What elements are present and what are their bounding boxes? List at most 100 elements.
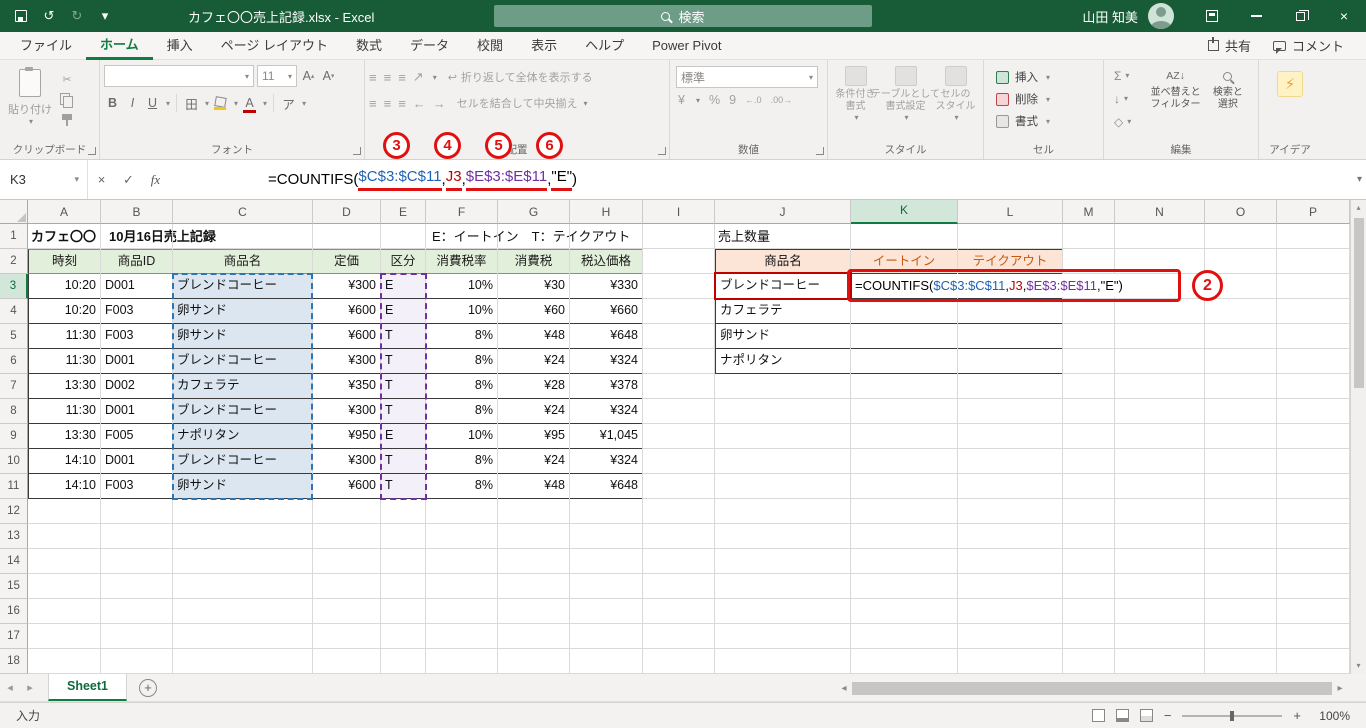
wrap-text-button[interactable]: ↩ 折り返して全体を表示する xyxy=(448,69,593,85)
row-header-7[interactable]: 7 xyxy=(0,374,28,399)
cell[interactable]: D001 xyxy=(101,349,173,374)
enter-icon[interactable]: ✓ xyxy=(115,172,142,188)
decrease-indent-icon[interactable]: ← xyxy=(413,96,426,111)
ribbon-tab-7[interactable]: 表示 xyxy=(517,32,571,60)
column-header-G[interactable]: G xyxy=(498,200,570,224)
insert-function-icon[interactable]: fx xyxy=(142,172,169,188)
cell[interactable]: 卵サンド xyxy=(173,474,313,499)
borders-icon[interactable]: 田 xyxy=(183,93,200,113)
cell[interactable] xyxy=(958,349,1063,374)
row-header-8[interactable]: 8 xyxy=(0,399,28,424)
name-box-dropdown-icon[interactable]: ▾ xyxy=(74,174,79,185)
format-cells-button[interactable]: 書式 ▾ xyxy=(988,113,1099,129)
row-header-13[interactable]: 13 xyxy=(0,524,28,549)
hscroll-left-icon[interactable]: ◂ xyxy=(836,683,852,694)
cell[interactable]: 8% xyxy=(426,374,498,399)
cell[interactable]: ブレンドコーヒー xyxy=(715,274,851,299)
cell[interactable]: 8% xyxy=(426,399,498,424)
row-header-14[interactable]: 14 xyxy=(0,549,28,574)
cell[interactable]: ブレンドコーヒー xyxy=(173,399,313,424)
cell[interactable]: 10% xyxy=(426,424,498,449)
align-right-icon[interactable]: ≡ xyxy=(398,96,406,111)
cell[interactable]: 14:10 xyxy=(28,474,101,499)
cell[interactable]: ¥300 xyxy=(313,449,381,474)
minimize-button[interactable] xyxy=(1234,0,1278,32)
merge-center-button[interactable]: セルを結合して中央揃え ▾ xyxy=(457,95,588,111)
ribbon-tab-4[interactable]: 数式 xyxy=(342,32,396,60)
cell[interactable]: ¥600 xyxy=(313,299,381,324)
cell[interactable]: 11:30 xyxy=(28,324,101,349)
increase-decimal-icon[interactable]: ←.0 xyxy=(745,95,762,105)
sort-filter-button[interactable]: AZ↓ 並べ替えと フィルター xyxy=(1149,66,1201,143)
cell[interactable]: 卵サンド xyxy=(715,324,851,349)
cell[interactable]: ¥600 xyxy=(313,324,381,349)
zoom-thumb[interactable] xyxy=(1230,710,1235,721)
cell[interactable]: 8% xyxy=(426,349,498,374)
fill-color-dropdown-icon[interactable]: ▾ xyxy=(234,99,238,108)
cell[interactable]: ¥1,045 xyxy=(570,424,643,449)
sheet-nav-right-icon[interactable]: ▸ xyxy=(20,681,40,694)
currency-dropdown-icon[interactable]: ▾ xyxy=(696,96,700,105)
delete-cells-button[interactable]: 削除 ▾ xyxy=(988,91,1099,107)
row-header-10[interactable]: 10 xyxy=(0,449,28,474)
cell[interactable] xyxy=(958,299,1063,324)
font-size-dropdown-icon[interactable]: ▾ xyxy=(288,72,292,81)
cell[interactable] xyxy=(851,349,958,374)
cell[interactable]: ブレンドコーヒー xyxy=(173,349,313,374)
qat-customize-icon[interactable]: ▾ xyxy=(92,3,118,29)
copy-icon[interactable] xyxy=(58,92,76,108)
ribbon-display-options-icon[interactable] xyxy=(1190,0,1234,32)
cell[interactable]: ¥48 xyxy=(498,474,570,499)
cell[interactable]: 14:10 xyxy=(28,449,101,474)
cell[interactable]: ¥950 xyxy=(313,424,381,449)
cell[interactable]: ¥95 xyxy=(498,424,570,449)
restore-button[interactable] xyxy=(1278,0,1322,32)
cell[interactable]: ¥324 xyxy=(570,449,643,474)
column-header-P[interactable]: P xyxy=(1277,200,1350,224)
cell[interactable]: ¥330 xyxy=(570,274,643,299)
row-header-1[interactable]: 1 xyxy=(0,224,28,249)
hscroll-right-icon[interactable]: ▸ xyxy=(1332,683,1348,694)
row-header-11[interactable]: 11 xyxy=(0,474,28,499)
comments-button[interactable]: コメント xyxy=(1272,36,1344,55)
add-sheet-icon[interactable]: + xyxy=(139,678,157,697)
cell[interactable]: D001 xyxy=(101,399,173,424)
align-top-icon[interactable]: ≡ xyxy=(369,70,377,85)
cell[interactable]: E xyxy=(381,424,426,449)
cell[interactable]: D001 xyxy=(101,449,173,474)
cell[interactable]: T xyxy=(381,449,426,474)
cell[interactable]: E xyxy=(381,274,426,299)
cell[interactable]: T xyxy=(381,324,426,349)
clipboard-dialog-launcher-icon[interactable] xyxy=(88,147,96,155)
cell[interactable]: 10% xyxy=(426,299,498,324)
zoom-out-icon[interactable]: − xyxy=(1164,708,1172,723)
column-header-J[interactable]: J xyxy=(715,200,851,224)
number-dialog-launcher-icon[interactable] xyxy=(816,147,824,155)
cancel-icon[interactable]: × xyxy=(88,172,115,187)
row-header-12[interactable]: 12 xyxy=(0,499,28,524)
row-header-5[interactable]: 5 xyxy=(0,324,28,349)
column-header-F[interactable]: F xyxy=(426,200,498,224)
cell[interactable]: 8% xyxy=(426,324,498,349)
scroll-down-icon[interactable]: ▾ xyxy=(1356,658,1360,674)
cell[interactable]: カフェラテ xyxy=(173,374,313,399)
cell-styles-button[interactable]: セルの スタイル ▾ xyxy=(932,66,979,143)
cell[interactable]: 8% xyxy=(426,474,498,499)
column-header-M[interactable]: M xyxy=(1063,200,1115,224)
horizontal-scrollbar[interactable]: ◂ ▸ xyxy=(836,678,1348,698)
normal-view-icon[interactable] xyxy=(1091,709,1105,722)
sheet-tab-sheet1[interactable]: Sheet1 xyxy=(48,674,127,701)
cell[interactable]: T xyxy=(381,374,426,399)
formula-bar-expand-icon[interactable]: ▾ xyxy=(1357,174,1362,185)
autosum-button[interactable]: Σ ▾ xyxy=(1108,66,1149,85)
font-color-dropdown-icon[interactable]: ▾ xyxy=(263,99,267,108)
ribbon-tab-3[interactable]: ページ レイアウト xyxy=(207,32,342,60)
cell-J1[interactable]: 売上数量 xyxy=(718,224,770,249)
ribbon-tab-6[interactable]: 校閲 xyxy=(463,32,517,60)
paste-dropdown-icon[interactable]: ▾ xyxy=(29,117,33,126)
vscroll-thumb[interactable] xyxy=(1353,218,1364,388)
ribbon-tab-5[interactable]: データ xyxy=(396,32,463,60)
close-button[interactable]: × xyxy=(1322,0,1366,32)
cell[interactable]: 8% xyxy=(426,449,498,474)
cell[interactable]: 13:30 xyxy=(28,374,101,399)
